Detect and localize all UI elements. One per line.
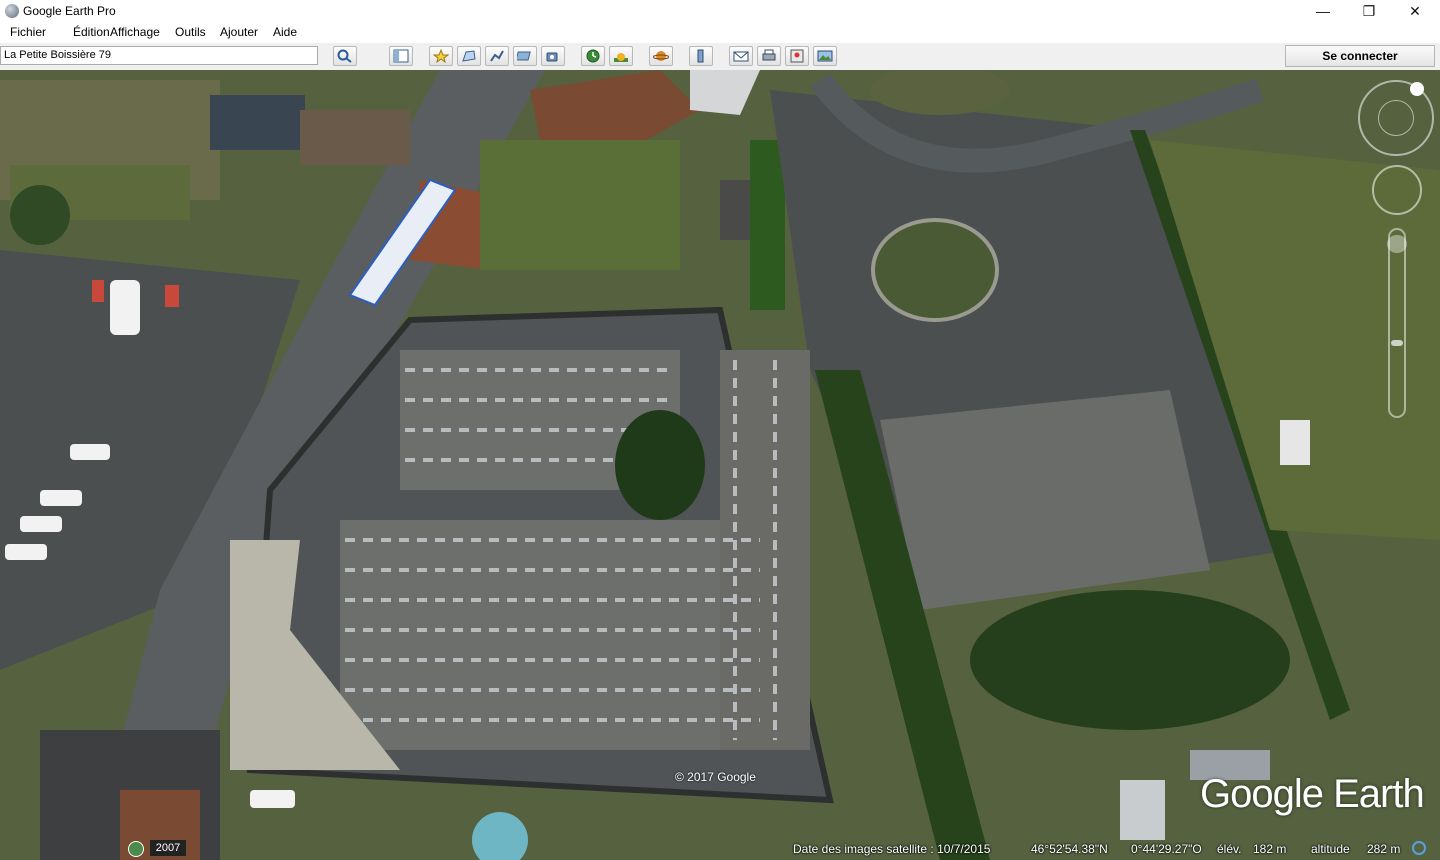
planets-button[interactable]	[649, 46, 673, 66]
add-placemark-button[interactable]	[429, 46, 453, 66]
window-title: Google Earth Pro	[23, 4, 116, 18]
elevation-label: élév.	[1217, 842, 1242, 856]
streaming-progress-icon	[1412, 841, 1426, 855]
menu-outils[interactable]: Outils	[175, 25, 206, 39]
image-icon	[817, 50, 833, 62]
elevation-value: 182 m	[1253, 842, 1287, 856]
email-icon	[733, 51, 749, 62]
path-icon	[490, 50, 504, 62]
longitude: 0°44'29.27"O	[1131, 842, 1202, 856]
image-overlay-icon	[517, 51, 531, 61]
print-button[interactable]	[757, 46, 781, 66]
close-button[interactable]: ✕	[1392, 0, 1438, 23]
ruler-button[interactable]	[689, 46, 713, 66]
record-tour-button[interactable]	[541, 46, 565, 66]
save-image-button[interactable]	[813, 46, 837, 66]
planet-icon	[653, 51, 669, 61]
toolbar: La Petite Boissière 79 Se connecter	[0, 43, 1440, 71]
altitude-label: altitude	[1311, 842, 1350, 856]
clock-icon	[586, 49, 600, 63]
maps-icon	[790, 49, 804, 63]
add-polygon-button[interactable]	[457, 46, 481, 66]
menu-edition[interactable]: Édition	[73, 25, 110, 39]
polygon-icon	[462, 50, 476, 62]
minimize-button[interactable]: —	[1300, 0, 1346, 23]
sunlight-button[interactable]	[609, 46, 633, 66]
google-earth-logo: Google Earth	[1200, 772, 1425, 816]
search-input[interactable]: La Petite Boissière 79	[0, 46, 318, 65]
menu-bar: Fichier Édition Affichage Outils Ajouter…	[0, 23, 1440, 43]
search-icon	[337, 49, 352, 63]
look-joystick-center[interactable]	[1378, 100, 1414, 136]
latitude: 46°52'54.38"N	[1031, 842, 1108, 856]
sidebar-toggle-button[interactable]	[389, 46, 413, 66]
placemark-icon	[433, 49, 449, 63]
search-button[interactable]	[333, 46, 357, 66]
add-path-button[interactable]	[485, 46, 509, 66]
title-bar: Google Earth Pro — ❐ ✕	[0, 0, 1440, 23]
printer-icon	[762, 49, 776, 61]
ruler-icon	[697, 49, 704, 63]
north-reset-icon[interactable]	[1410, 82, 1424, 96]
sign-in-button[interactable]: Se connecter	[1285, 45, 1435, 67]
menu-aide[interactable]: Aide	[273, 25, 297, 39]
menu-fichier[interactable]: Fichier	[10, 25, 46, 39]
satellite-imagery	[0, 70, 1440, 860]
move-joystick[interactable]	[1372, 165, 1422, 215]
historical-imagery-button[interactable]	[581, 46, 605, 66]
sun-icon	[614, 53, 628, 62]
menu-ajouter[interactable]: Ajouter	[220, 25, 258, 39]
menu-affichage[interactable]: Affichage	[110, 25, 160, 39]
image-date: Date des images satellite : 10/7/2015	[793, 842, 991, 856]
imagery-copyright: © 2017 Google	[675, 770, 756, 784]
map-view[interactable]: © 2017 Google Google Earth	[0, 70, 1440, 860]
view-in-maps-button[interactable]	[785, 46, 809, 66]
altitude-value: 282 m	[1367, 842, 1401, 856]
maximize-button[interactable]: ❐	[1346, 0, 1392, 23]
history-clock-icon[interactable]	[128, 841, 144, 857]
zoom-slider[interactable]	[1388, 228, 1406, 418]
sidebar-icon	[393, 49, 409, 63]
zoom-slider-handle[interactable]	[1391, 340, 1403, 346]
status-bar: Date des images satellite : 10/7/2015 46…	[0, 838, 1440, 860]
historical-imagery-year[interactable]: 2007	[150, 840, 186, 856]
street-view-pegman-icon[interactable]	[1387, 235, 1407, 253]
email-button[interactable]	[729, 46, 753, 66]
add-image-overlay-button[interactable]	[513, 46, 537, 66]
google-earth-app-icon	[5, 4, 19, 18]
camera-icon	[546, 52, 558, 62]
